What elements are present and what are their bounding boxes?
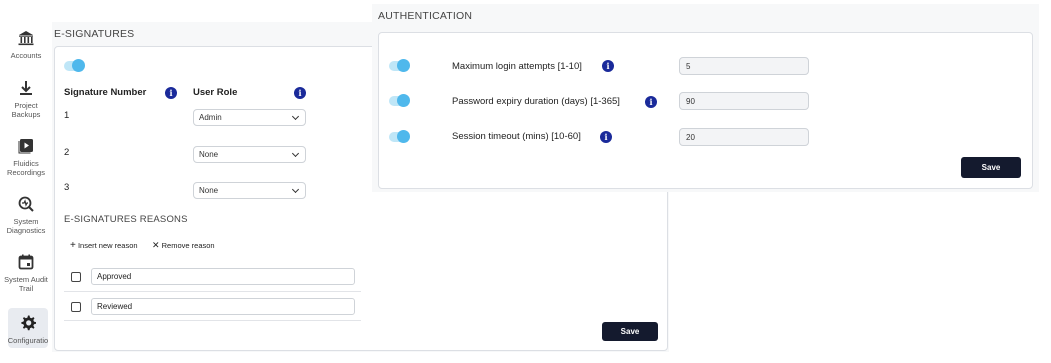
user-role-value: None [199,186,219,195]
gear-icon [21,315,36,331]
session-timeout-toggle[interactable] [389,130,410,143]
sidebar-item-label: System Audit Trail [4,275,48,293]
sidebar-item-system-audit-trail[interactable]: System Audit Trail [0,252,52,293]
max-login-input[interactable]: 5 [679,57,809,75]
bank-icon [18,31,34,46]
diagnostics-icon [18,196,34,212]
user-role-select[interactable]: Admin [193,109,306,126]
max-login-toggle[interactable] [389,59,410,72]
sidebar-item-label: System Diagnostics [6,217,46,235]
chevron-down-icon [291,185,300,194]
user-role-select[interactable]: None [193,182,306,199]
session-timeout-label: Session timeout (mins) [10-60] [452,131,581,142]
sidebar-item-accounts[interactable]: Accounts [0,28,52,60]
signature-number: 3 [64,182,70,193]
reason-input[interactable]: Reviewed [91,298,355,315]
signature-number: 1 [64,110,70,121]
user-role-value: Admin [199,113,222,122]
user-role-select[interactable]: None [193,146,306,163]
signature-number-header: Signature Number [64,87,147,98]
esignatures-toggle[interactable] [64,59,85,72]
authentication-title: AUTHENTICATION [378,10,473,22]
remove-reason-label: Remove reason [161,241,215,250]
close-icon: ✕ [152,240,160,250]
sidebar: Accounts Project Backups Fluidics Record… [0,0,52,363]
authentication-card [378,32,1033,189]
esignatures-reasons-title: E-SIGNATURES REASONS [64,214,188,225]
password-expiry-label: Password expiry duration (days) [1-365] [452,96,620,107]
insert-reason-button[interactable]: + Insert new reason [70,240,138,251]
plus-icon: + [70,240,76,251]
sidebar-item-label: Configuratio [8,336,48,345]
esignatures-save-button[interactable]: Save [602,322,658,341]
remove-reason-button[interactable]: ✕ Remove reason [152,240,215,251]
sidebar-item-label: Accounts [10,51,42,60]
user-role-value: None [199,150,219,159]
info-icon[interactable]: i [294,87,306,99]
sidebar-item-configuration[interactable]: Configuratio [8,308,48,348]
sidebar-item-project-backups[interactable]: Project Backups [0,78,52,119]
signature-number: 2 [64,147,70,158]
sidebar-item-label: Project Backups [11,101,41,119]
password-expiry-input[interactable]: 90 [679,92,809,110]
info-icon[interactable]: i [600,131,612,143]
info-icon[interactable]: i [645,96,657,108]
calendar-icon [18,254,34,270]
authentication-save-button[interactable]: Save [961,157,1021,178]
download-icon [20,81,32,95]
esignatures-title: E-SIGNATURES [54,28,135,40]
reason-input[interactable]: Approved [91,268,355,285]
password-expiry-toggle[interactable] [389,94,410,107]
divider [64,320,361,321]
user-role-header: User Role [193,87,238,98]
max-login-label: Maximum login attempts [1-10] [452,61,582,72]
play-icon [18,139,33,154]
session-timeout-input[interactable]: 20 [679,128,809,146]
insert-reason-label: Insert new reason [77,241,138,250]
chevron-down-icon [291,112,300,121]
info-icon[interactable]: i [165,87,177,99]
reason-checkbox[interactable] [71,272,81,282]
divider [64,291,361,292]
sidebar-item-label: Fluidics Recordings [7,159,45,177]
reason-checkbox[interactable] [71,302,81,312]
sidebar-item-system-diagnostics[interactable]: System Diagnostics [0,194,52,235]
info-icon[interactable]: i [602,60,614,72]
chevron-down-icon [291,149,300,158]
sidebar-item-fluidics-recordings[interactable]: Fluidics Recordings [0,136,52,177]
